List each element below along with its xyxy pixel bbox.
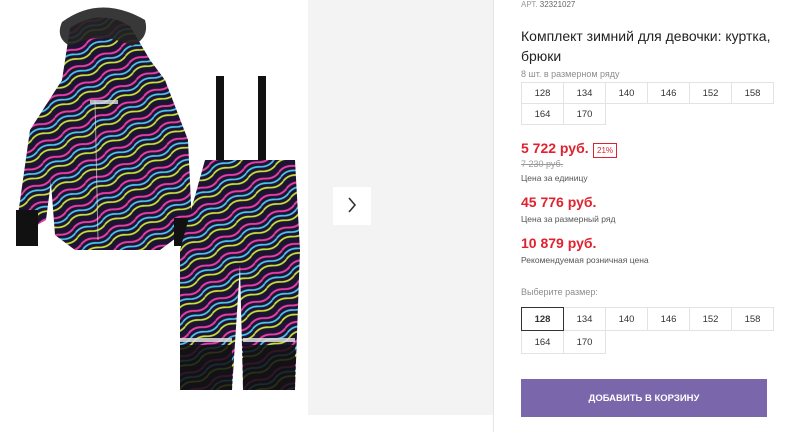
- size-option-164[interactable]: 164: [521, 330, 564, 354]
- discount-badge: 21%: [593, 143, 618, 158]
- pack-size-cell: 134: [563, 82, 606, 104]
- chevron-right-icon: [347, 196, 357, 216]
- product-gallery: [0, 0, 493, 432]
- article-label: АРТ.: [521, 0, 538, 9]
- pack-size-cell: 152: [689, 82, 732, 104]
- pack-size-cell: 158: [731, 82, 774, 104]
- retail-price-label: Рекомендуемая розничная цена: [521, 255, 649, 265]
- size-option-128[interactable]: 128: [521, 307, 564, 331]
- next-image-button[interactable]: [333, 187, 371, 225]
- size-option-140[interactable]: 140: [605, 307, 648, 331]
- size-option-134[interactable]: 134: [563, 307, 606, 331]
- pack-price: 45 776 руб.: [521, 194, 597, 210]
- size-select-label: Выберите размер:: [521, 287, 598, 297]
- product-image[interactable]: [0, 0, 308, 415]
- panel-divider: [493, 0, 494, 432]
- unit-price: 5 722 руб.: [521, 140, 589, 156]
- retail-price: 10 879 руб.: [521, 235, 597, 251]
- pack-size-cell: 164: [521, 103, 564, 125]
- size-selector: 128 134 140 146 152 158 164 170: [521, 307, 774, 354]
- product-title: Комплект зимний для девочки: куртка, брю…: [521, 28, 771, 64]
- pack-size-cell: 140: [605, 82, 648, 104]
- size-option-158[interactable]: 158: [731, 307, 774, 331]
- pack-size-cell: 146: [647, 82, 690, 104]
- size-option-146[interactable]: 146: [647, 307, 690, 331]
- pack-size-cell: 170: [563, 103, 606, 125]
- add-to-cart-button[interactable]: ДОБАВИТЬ В КОРЗИНУ: [521, 379, 767, 417]
- pack-price-label: Цена за размерный ряд: [521, 214, 616, 224]
- article-value: 32321027: [539, 0, 576, 9]
- pack-size-cell: 128: [521, 82, 564, 104]
- unit-price-label: Цена за единицу: [521, 173, 588, 183]
- size-option-170[interactable]: 170: [563, 330, 606, 354]
- pack-hint: 8 шт. в размерном ряду: [521, 69, 620, 79]
- old-price: 7 230 руб.: [521, 159, 564, 169]
- pack-size-grid: 128 134 140 146 152 158 164 170: [521, 82, 774, 125]
- article-number: АРТ. 32321027: [521, 0, 575, 9]
- size-option-152[interactable]: 152: [689, 307, 732, 331]
